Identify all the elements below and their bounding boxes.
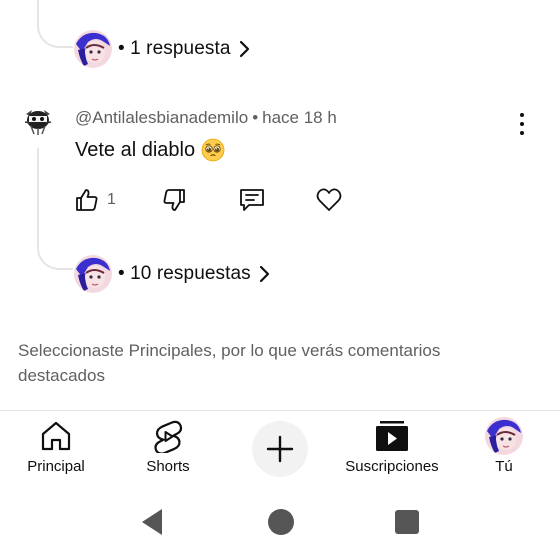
- bottom-nav-divider: [0, 410, 560, 411]
- reply-button[interactable]: [238, 185, 266, 215]
- view-replies-button[interactable]: • 1 respuesta: [74, 30, 251, 68]
- subscriptions-icon: [376, 421, 408, 451]
- more-options-icon[interactable]: [512, 110, 532, 138]
- comment-meta: @Antilalesbianademilo • hace 18 h: [75, 108, 337, 128]
- back-icon[interactable]: [138, 505, 166, 539]
- nav-home-label: Principal: [27, 458, 85, 475]
- recents-icon[interactable]: [394, 509, 420, 535]
- thread-connector-line: [37, 0, 73, 48]
- shorts-icon: [154, 420, 183, 453]
- like-count: 1: [107, 191, 116, 208]
- comment-time: hace 18 h: [262, 108, 337, 127]
- heart-icon: [316, 188, 342, 211]
- pleading-face-icon: [201, 138, 225, 162]
- user-avatar: [485, 417, 523, 455]
- sort-mode-note: Seleccionaste Principales, por lo que ve…: [18, 341, 441, 385]
- nav-subscriptions[interactable]: Suscripciones: [342, 418, 442, 475]
- meta-separator: •: [252, 108, 259, 127]
- plus-icon: [266, 435, 294, 463]
- home-icon: [41, 421, 71, 451]
- nav-you[interactable]: Tú: [484, 417, 524, 475]
- nav-you-label: Tú: [495, 458, 513, 475]
- commenter-avatar[interactable]: [22, 104, 54, 136]
- view-replies-button[interactable]: • 10 respuestas: [74, 255, 271, 293]
- replier-avatar: [74, 30, 112, 68]
- heart-button[interactable]: [315, 185, 343, 215]
- chevron-right-icon: [259, 265, 269, 283]
- nav-home[interactable]: Principal: [24, 418, 88, 475]
- nav-shorts-label: Shorts: [146, 458, 190, 475]
- comment-body: Vete al diablo: [75, 138, 196, 161]
- replier-avatar: [74, 255, 112, 293]
- comment-author[interactable]: @Antilalesbianademilo: [75, 108, 248, 127]
- nav-shorts[interactable]: Shorts: [138, 418, 198, 475]
- dislike-button[interactable]: [160, 185, 188, 215]
- comment-reply-icon: [240, 189, 264, 211]
- thumbs-up-icon: [76, 189, 98, 211]
- create-button[interactable]: [252, 421, 308, 477]
- nav-subscriptions-label: Suscripciones: [345, 458, 439, 475]
- reply-count-label: • 10 respuestas: [118, 263, 251, 284]
- comment-text: Vete al diablo: [75, 138, 225, 162]
- thumbs-down-icon: [163, 189, 185, 211]
- thread-connector-line: [37, 148, 73, 270]
- reply-count-label: • 1 respuesta: [118, 38, 231, 59]
- like-button[interactable]: 1: [73, 185, 116, 215]
- chevron-right-icon: [239, 40, 249, 58]
- home-circle-icon[interactable]: [266, 507, 296, 537]
